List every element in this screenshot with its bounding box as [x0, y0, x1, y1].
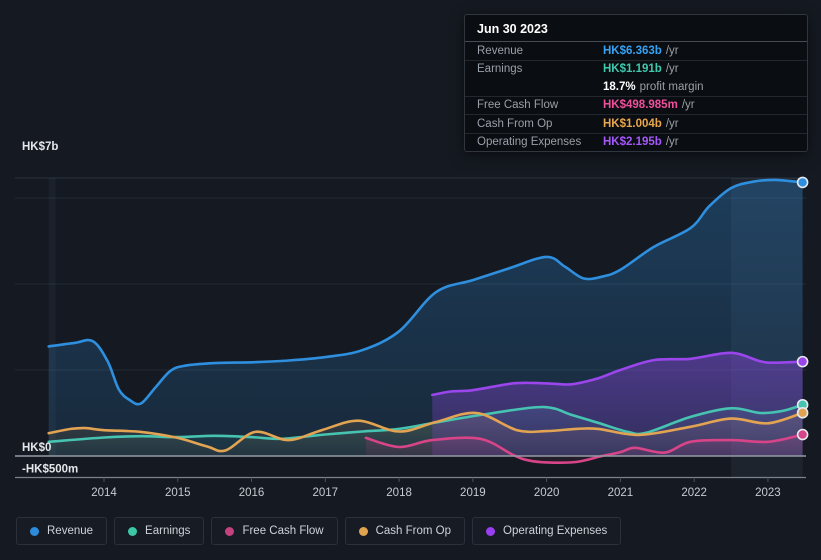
tooltip-row-suffix: /yr — [665, 136, 679, 149]
tooltip-row-label: Free Cash Flow — [477, 99, 559, 112]
tooltip-row: Revenue HK$6.363b/yr — [465, 42, 807, 61]
legend-item-revenue[interactable]: Revenue — [16, 517, 108, 545]
tooltip-date: Jun 30 2023 — [465, 15, 807, 42]
legend-label: Cash From Op — [375, 525, 452, 537]
x-axis-label: 2022 — [681, 487, 707, 499]
x-axis-label: 2019 — [460, 487, 486, 499]
x-axis-label: 2021 — [608, 487, 634, 499]
tooltip-row: 18.7% profit margin — [465, 78, 807, 97]
tooltip-row: Free Cash Flow HK$498.985m/yr — [465, 97, 807, 115]
tooltip-row: Earnings HK$1.191b/yr — [465, 61, 807, 79]
tooltip-row: Operating Expenses HK$2.195b/yr — [465, 134, 807, 152]
tooltip-row-suffix: /yr — [665, 117, 679, 130]
tooltip-row-label: Operating Expenses — [477, 136, 582, 149]
tooltip-row-value: HK$498.985m — [603, 99, 678, 112]
legend-color-dot — [486, 526, 496, 536]
datapoint-marker-cash-from-op[interactable] — [796, 407, 809, 419]
datapoint-marker-free-cash-flow[interactable] — [796, 428, 809, 441]
legend-item-free-cash-flow[interactable]: Free Cash Flow — [211, 517, 338, 545]
x-axis-label: 2016 — [239, 487, 265, 499]
legend-color-dot — [225, 526, 235, 536]
tooltip-row-value: HK$1.004b — [603, 117, 662, 130]
tooltip-row-suffix: profit margin — [639, 80, 704, 93]
y-axis-label: HK$7b — [22, 141, 58, 153]
tooltip-row-label: Revenue — [477, 44, 524, 57]
financial-history-widget: HK$7b HK$0 -HK$500m 2014 2015 2016 2017 2018 201… — [0, 0, 821, 560]
chart-tooltip: Jun 30 2023 Revenue HK$6.363b/yr Earnings H… — [464, 14, 808, 152]
legend-item-operating-expenses[interactable]: Operating Expenses — [472, 517, 622, 545]
chart-legend: Revenue Earnings Free Cash Flow Cash From O… — [16, 517, 622, 545]
x-axis-label: 2023 — [755, 487, 781, 499]
tooltip-row-label: Earnings — [477, 63, 523, 76]
tooltip-row-suffix: /yr — [681, 99, 695, 112]
tooltip-row: Cash From Op HK$1.004b/yr — [465, 115, 807, 134]
tooltip-row-suffix: /yr — [665, 63, 679, 76]
y-axis-label: -HK$500m — [22, 464, 78, 476]
tooltip-row-value: HK$1.191b — [603, 63, 662, 76]
legend-label: Operating Expenses — [503, 525, 608, 537]
x-axis-label: 2020 — [534, 487, 560, 499]
x-axis-label: 2018 — [386, 487, 412, 499]
datapoint-marker-revenue[interactable] — [796, 176, 809, 189]
legend-label: Earnings — [145, 525, 191, 537]
tooltip-row-suffix: /yr — [665, 44, 679, 57]
datapoint-marker-operating-expenses[interactable] — [796, 355, 809, 368]
x-axis-label: 2017 — [313, 487, 339, 499]
tooltip-row-value: HK$6.363b — [603, 44, 662, 57]
legend-label: Free Cash Flow — [242, 525, 324, 537]
plot-area[interactable] — [47, 178, 804, 465]
tooltip-row-value: 18.7% — [603, 80, 636, 93]
legend-item-cash-from-op[interactable]: Cash From Op — [344, 517, 466, 545]
legend-color-dot — [358, 526, 368, 536]
legend-label: Revenue — [47, 525, 94, 537]
y-axis-label: HK$0 — [22, 442, 51, 454]
tooltip-row-label: Cash From Op — [477, 117, 553, 130]
tooltip-row-value: HK$2.195b — [603, 136, 662, 149]
x-axis-label: 2015 — [165, 487, 191, 499]
legend-color-dot — [30, 526, 39, 536]
legend-item-earnings[interactable]: Earnings — [114, 517, 205, 545]
x-axis-label: 2014 — [91, 487, 117, 499]
legend-color-dot — [128, 526, 138, 536]
